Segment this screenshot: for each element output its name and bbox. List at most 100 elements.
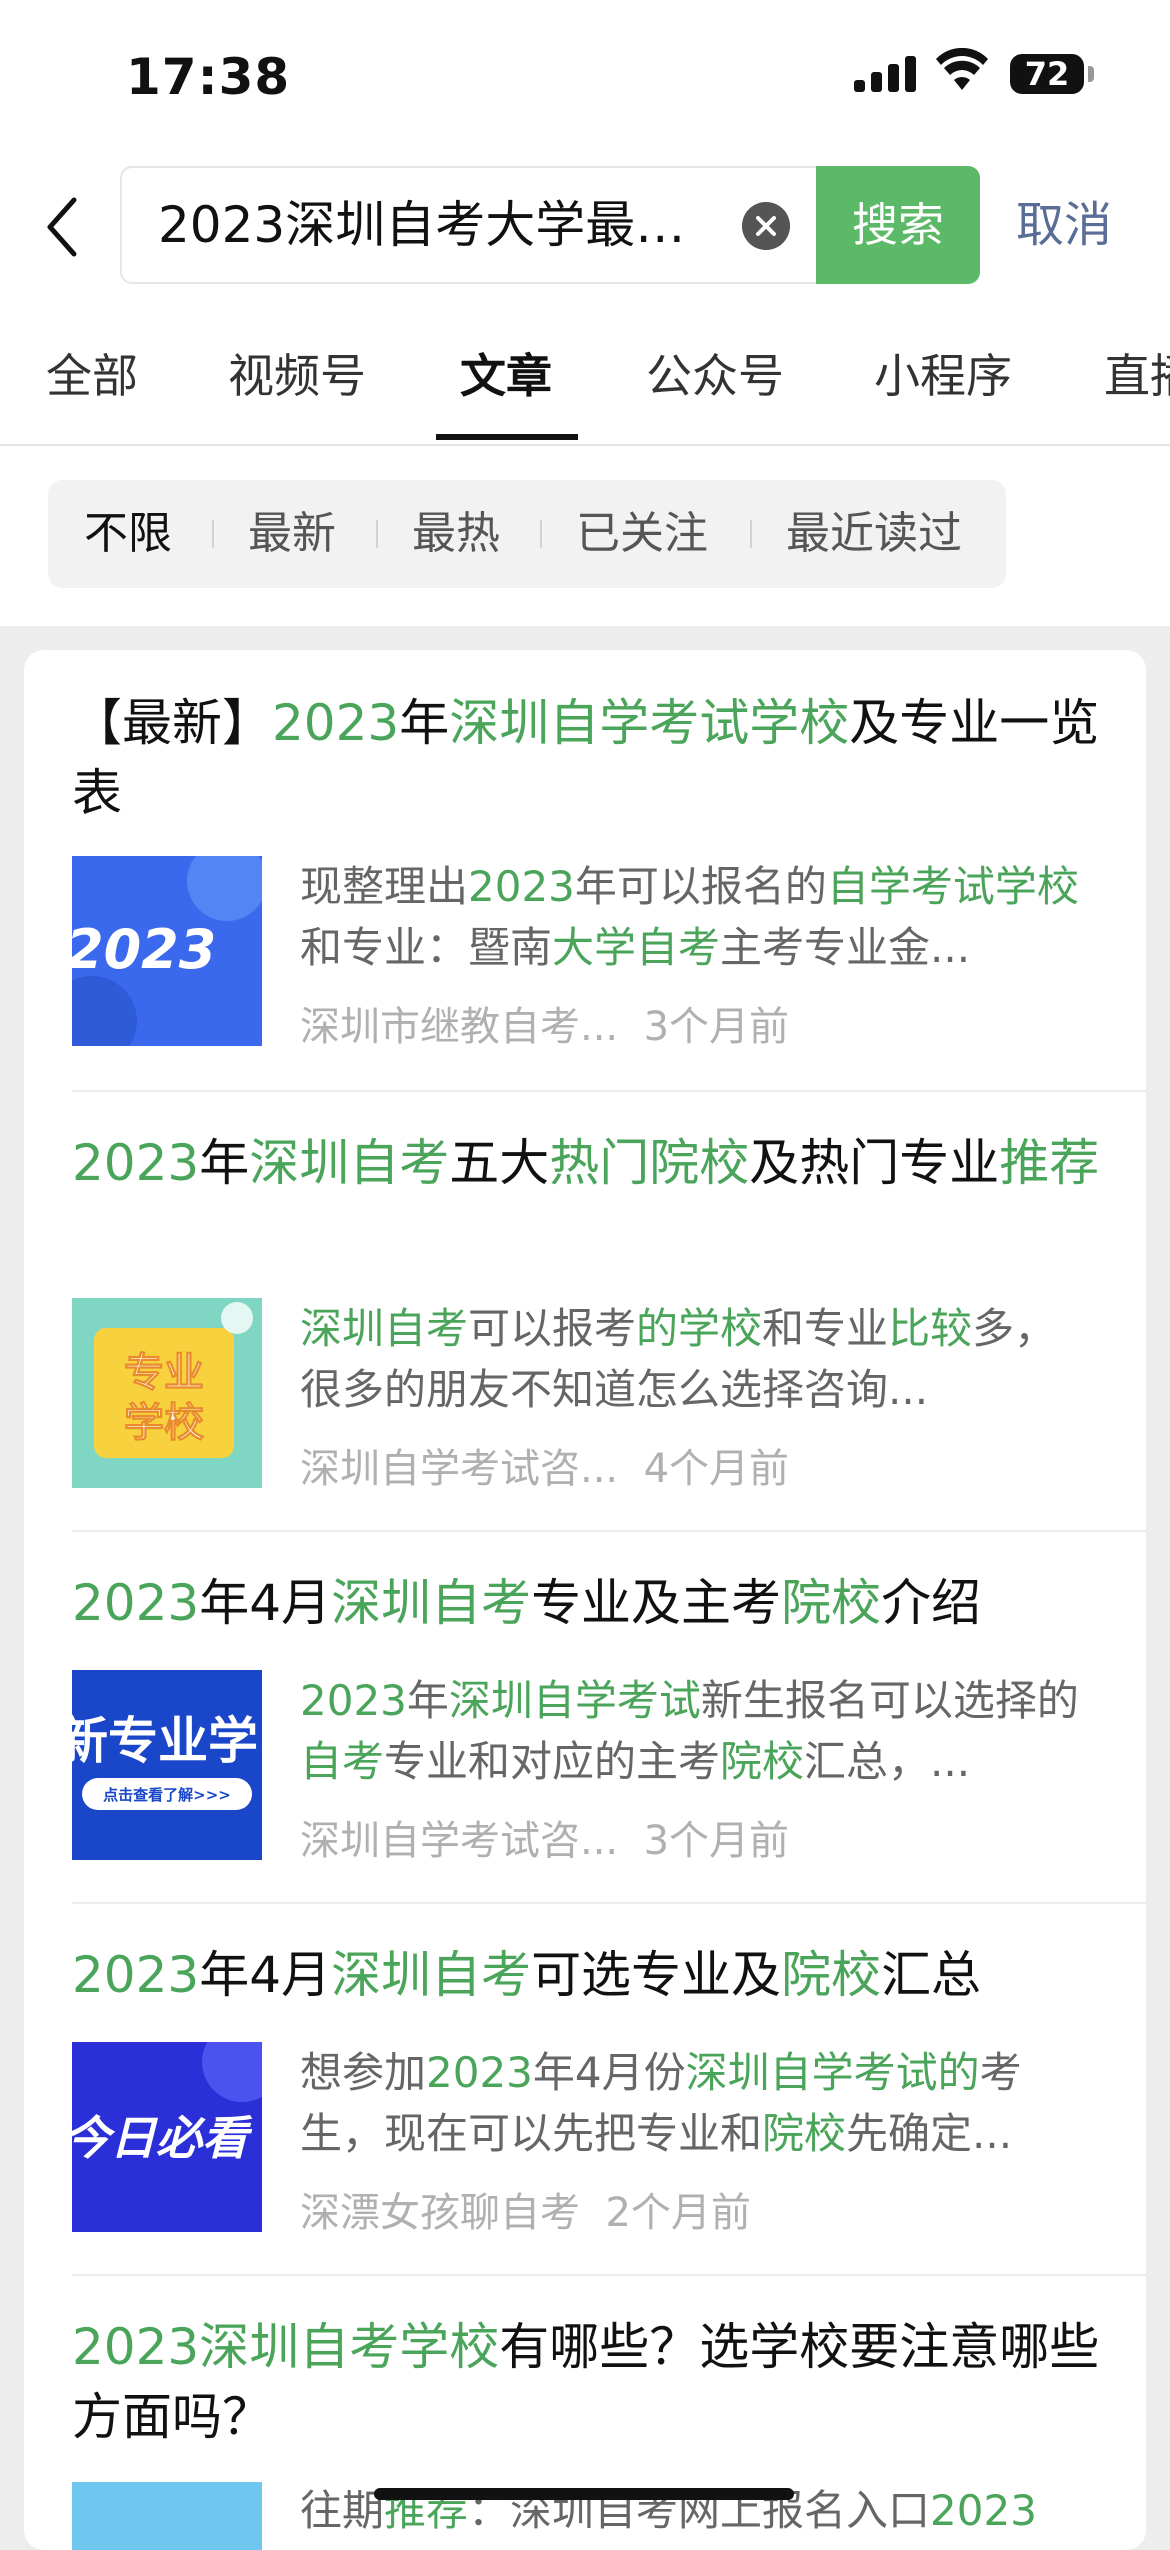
text-segment: 年 bbox=[406, 1676, 449, 1725]
search-button[interactable]: 搜索 bbox=[816, 166, 980, 284]
article-source[interactable]: 深圳自学考试咨... bbox=[300, 1818, 618, 1864]
keyword-highlight: 院校 bbox=[781, 1946, 882, 2004]
text-segment: 和专业 bbox=[762, 1304, 889, 1353]
article-thumbnail[interactable]: 2023 bbox=[72, 856, 262, 1046]
keyword-highlight: 2023 bbox=[468, 862, 575, 911]
keyword-highlight: 推荐 bbox=[999, 1134, 1100, 1192]
keyword-highlight: 2023 bbox=[426, 2048, 533, 2097]
article-time: 3个月前 bbox=[643, 1004, 790, 1050]
filter-divider bbox=[540, 520, 542, 548]
article-thumbnail[interactable]: 专业 学校 bbox=[72, 1298, 262, 1488]
article-item[interactable]: 2023深圳自考学校有哪些？选学校要注意哪些方面吗？ 往期推荐：深圳自考网上报名… bbox=[72, 2312, 1122, 2550]
text-segment: 先确定... bbox=[846, 2109, 1013, 2158]
battery-icon: 72 bbox=[1010, 54, 1084, 94]
keyword-highlight: 2023 bbox=[272, 694, 400, 752]
text-segment: 年4月份 bbox=[532, 2048, 686, 2097]
article-item[interactable]: 【最新】2023年深圳自学考试学校及专业一览表 2023 现整理出2023年可以… bbox=[72, 688, 1122, 1050]
filter-unlimited[interactable]: 不限 bbox=[84, 480, 172, 588]
back-arrow-icon[interactable] bbox=[40, 192, 90, 262]
article-time: 3个月前 bbox=[643, 1818, 790, 1864]
text-segment: 想参加 bbox=[300, 2048, 427, 2097]
keyword-highlight: 2023 bbox=[300, 1676, 407, 1725]
tab-articles[interactable]: 文章 bbox=[460, 340, 552, 406]
thumbnail-subtext: 点击查看了解>>> bbox=[103, 1786, 231, 1804]
thumbnail-text: 新专业学 bbox=[72, 1712, 258, 1770]
text-segment: 往期 bbox=[300, 2486, 385, 2535]
keyword-highlight: 的学校 bbox=[636, 1304, 763, 1353]
article-item[interactable]: 2023年4月深圳自考可选专业及院校汇总 今日必看 想参加2023年4月份深圳自… bbox=[72, 1940, 1122, 2236]
tab-channels[interactable]: 视频号 bbox=[228, 340, 366, 406]
clear-icon[interactable] bbox=[742, 202, 790, 250]
text-segment: 可以报考 bbox=[468, 1304, 637, 1353]
filter-group: 不限 最新 最热 已关注 最近读过 bbox=[48, 480, 1006, 588]
cellular-signal-icon bbox=[854, 56, 916, 92]
article-title[interactable]: 2023年4月深圳自考可选专业及院校汇总 bbox=[72, 1940, 1122, 2010]
active-tab-indicator bbox=[436, 434, 578, 440]
keyword-highlight: 大学自考 bbox=[552, 923, 721, 972]
filter-latest[interactable]: 最新 bbox=[248, 480, 336, 588]
cancel-button[interactable]: 取消 bbox=[1016, 190, 1112, 260]
keyword-highlight: 2023 bbox=[72, 1946, 200, 2004]
keyword-highlight: 2023 bbox=[72, 2318, 200, 2376]
text-segment: 现整理出 bbox=[300, 862, 469, 911]
keyword-highlight: 比较 bbox=[888, 1304, 973, 1353]
text-segment: 介绍 bbox=[881, 1574, 982, 1632]
article-title[interactable]: 2023深圳自考学校有哪些？选学校要注意哪些方面吗？ bbox=[72, 2312, 1122, 2452]
tab-live[interactable]: 直播 bbox=[1104, 340, 1170, 406]
list-divider bbox=[72, 2274, 1146, 2276]
article-thumbnail[interactable]: 新专业学 点击查看了解>>> bbox=[72, 1670, 262, 1860]
keyword-highlight: 深圳自考 bbox=[300, 1304, 469, 1353]
list-divider bbox=[72, 1530, 1146, 1532]
filter-divider bbox=[376, 520, 378, 548]
keyword-highlight: 深圳自学考试的 bbox=[685, 2048, 980, 2097]
keyword-highlight: 自考 bbox=[300, 1737, 385, 1786]
article-source[interactable]: 深漂女孩聊自考 bbox=[300, 2190, 580, 2236]
article-time: 2个月前 bbox=[605, 2190, 751, 2236]
home-indicator bbox=[374, 2488, 794, 2500]
tab-official-accounts[interactable]: 公众号 bbox=[646, 340, 784, 406]
article-title[interactable]: 2023年4月深圳自考专业及主考院校介绍 bbox=[72, 1568, 1122, 1638]
keyword-highlight: 热门院校 bbox=[549, 1134, 750, 1192]
keyword-highlight: 深圳自考 bbox=[331, 1574, 532, 1632]
filter-hottest[interactable]: 最热 bbox=[412, 480, 500, 588]
search-input[interactable]: 2023深圳自考大学最… bbox=[158, 168, 798, 282]
text-segment: 和专业：暨南 bbox=[300, 923, 553, 972]
article-item[interactable]: 2023年4月深圳自考专业及主考院校介绍 新专业学 点击查看了解>>> 2023… bbox=[72, 1568, 1122, 1864]
article-source[interactable]: 深圳自学考试咨... bbox=[300, 1446, 618, 1492]
list-divider bbox=[72, 1090, 1146, 1092]
filter-recently-read[interactable]: 最近读过 bbox=[786, 480, 962, 588]
keyword-highlight: 院校 bbox=[762, 2109, 847, 2158]
article-source[interactable]: 深圳市继教自考... bbox=[300, 1004, 618, 1050]
filter-bar: 不限 最新 最热 已关注 最近读过 bbox=[0, 446, 1170, 626]
article-thumbnail[interactable]: 今日必看 bbox=[72, 2042, 262, 2232]
text-segment: 新生报名可以选择的 bbox=[700, 1676, 1079, 1725]
article-snippet: 2023年深圳自学考试新生报名可以选择的自考专业和对应的主考院校汇总，... bbox=[300, 1670, 1090, 1792]
battery-tip bbox=[1088, 66, 1094, 82]
status-bar: 17:38 72 bbox=[0, 0, 1170, 150]
text-segment: 汇总 bbox=[881, 1946, 982, 2004]
keyword-highlight: 深圳自考 bbox=[249, 1134, 450, 1192]
keyword-highlight: 2023 bbox=[72, 1574, 200, 1632]
filter-divider bbox=[212, 520, 214, 548]
text-segment: 年 bbox=[199, 1134, 250, 1192]
text-segment: 年 bbox=[399, 694, 450, 752]
text-segment: 专业和对应的主考 bbox=[384, 1737, 721, 1786]
article-meta: 深圳自学考试咨... 3个月前 bbox=[300, 1808, 789, 1866]
tab-mini-programs[interactable]: 小程序 bbox=[874, 340, 1012, 406]
article-snippet: 现整理出2023年可以报名的自学考试学校和专业：暨南大学自考主考专业金... bbox=[300, 856, 1090, 978]
article-thumbnail[interactable] bbox=[72, 2482, 262, 2550]
tab-all[interactable]: 全部 bbox=[46, 340, 138, 406]
text-segment: 年可以报名的 bbox=[574, 862, 827, 911]
text-segment: 汇总，... bbox=[804, 1737, 971, 1786]
thumbnail-text: 2023 bbox=[72, 918, 216, 981]
text-segment: 五大 bbox=[449, 1134, 550, 1192]
text-segment: 主考专业金... bbox=[720, 923, 971, 972]
thumbnail-text: 专业 bbox=[124, 1350, 204, 1396]
article-title[interactable]: 【最新】2023年深圳自学考试学校及专业一览表 bbox=[72, 688, 1122, 828]
wifi-icon bbox=[936, 48, 988, 90]
text-segment: 年4月 bbox=[199, 1946, 332, 2004]
article-title[interactable]: 2023年深圳自考五大热门院校及热门专业推荐 bbox=[72, 1128, 1122, 1198]
keyword-highlight: 深圳自学考试学校 bbox=[449, 694, 850, 752]
filter-followed[interactable]: 已关注 bbox=[576, 480, 708, 588]
article-item[interactable]: 2023年深圳自考五大热门院校及热门专业推荐 专业 学校 深圳自考可以报考的学校… bbox=[72, 1128, 1122, 1492]
